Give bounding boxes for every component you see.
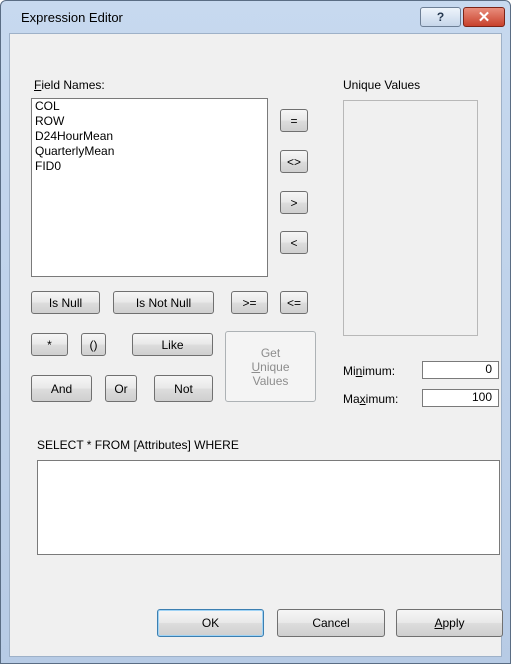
maximum-field[interactable]: 100 bbox=[422, 389, 499, 407]
unique-values-list[interactable] bbox=[343, 100, 478, 336]
field-names-list[interactable]: COL ROW D24HourMean QuarterlyMean FID0 bbox=[31, 98, 268, 277]
close-button[interactable]: ✕ bbox=[463, 7, 505, 27]
list-item[interactable]: D24HourMean bbox=[32, 129, 267, 144]
less-than-button[interactable]: < bbox=[280, 231, 308, 254]
query-prefix-label: SELECT * FROM [Attributes] WHERE bbox=[37, 438, 239, 452]
window-title: Expression Editor bbox=[21, 10, 123, 25]
greater-equal-button[interactable]: >= bbox=[231, 291, 268, 314]
is-not-null-button[interactable]: Is Not Null bbox=[113, 291, 214, 314]
list-item[interactable]: ROW bbox=[32, 114, 267, 129]
ok-button[interactable]: OK bbox=[157, 609, 264, 637]
title-bar[interactable]: Expression Editor ? ✕ bbox=[1, 1, 510, 33]
minimum-label: Minimum: bbox=[343, 364, 396, 378]
is-null-button[interactable]: Is Null bbox=[31, 291, 100, 314]
greater-than-button[interactable]: > bbox=[280, 191, 308, 214]
and-button[interactable]: And bbox=[31, 375, 92, 402]
list-item[interactable]: FID0 bbox=[32, 159, 267, 174]
cancel-button[interactable]: Cancel bbox=[277, 609, 385, 637]
expression-editor-window: Expression Editor ? ✕ Field Names: COL R… bbox=[0, 0, 511, 664]
unique-values-label: Unique Values bbox=[343, 78, 421, 92]
list-item[interactable]: COL bbox=[32, 99, 267, 114]
maximum-label: Maximum: bbox=[343, 392, 399, 406]
query-textarea[interactable] bbox=[37, 460, 500, 555]
apply-button[interactable]: Apply bbox=[396, 609, 503, 637]
field-names-label: Field Names: bbox=[34, 78, 105, 92]
not-button[interactable]: Not bbox=[154, 375, 213, 402]
equals-button[interactable]: = bbox=[280, 109, 308, 132]
help-icon: ? bbox=[436, 10, 445, 24]
close-icon: ✕ bbox=[477, 9, 491, 26]
parentheses-button[interactable]: () bbox=[81, 333, 106, 356]
minimum-field[interactable]: 0 bbox=[422, 361, 499, 379]
like-button[interactable]: Like bbox=[132, 333, 213, 356]
or-button[interactable]: Or bbox=[105, 375, 137, 402]
help-button[interactable]: ? bbox=[420, 7, 461, 27]
wildcard-button[interactable]: * bbox=[31, 333, 68, 356]
list-item[interactable]: QuarterlyMean bbox=[32, 144, 267, 159]
get-unique-values-button[interactable]: Get Unique Values bbox=[225, 331, 316, 402]
less-equal-button[interactable]: <= bbox=[280, 291, 308, 314]
not-equal-button[interactable]: <> bbox=[280, 150, 308, 173]
dialog-client-area: Field Names: COL ROW D24HourMean Quarter… bbox=[9, 33, 503, 657]
